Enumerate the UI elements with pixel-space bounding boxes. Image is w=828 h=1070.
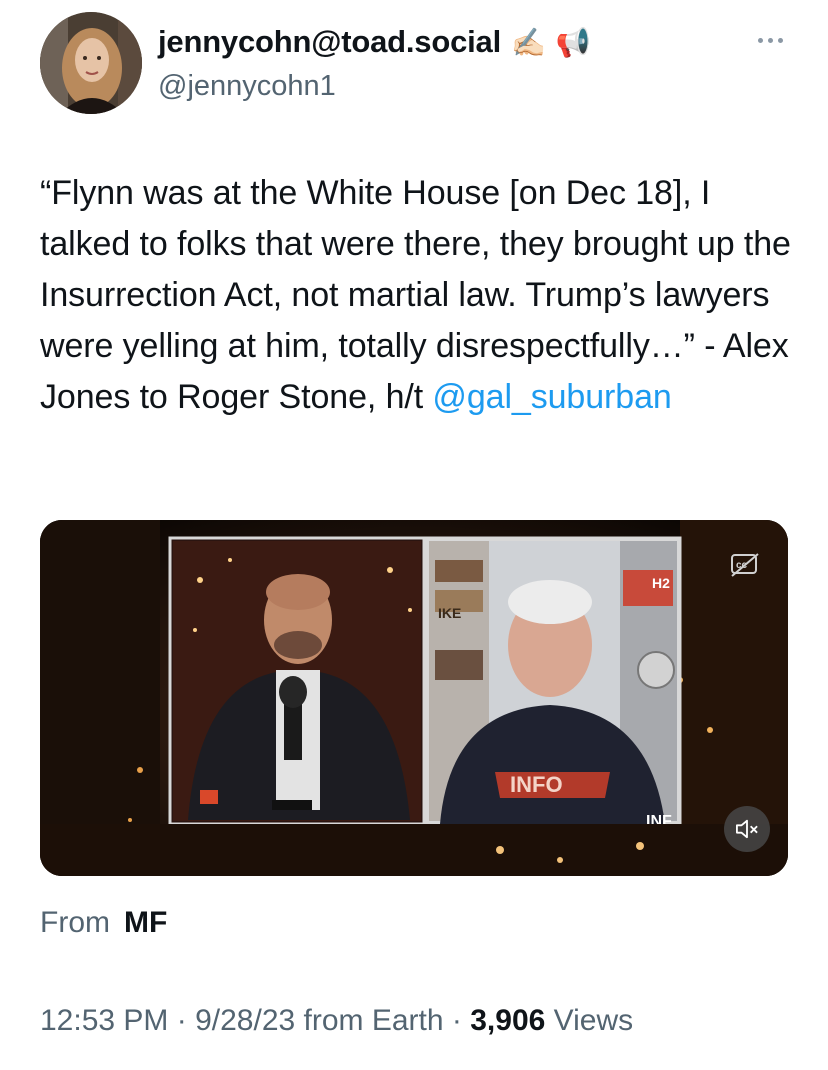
overlay-text-right: H2 (652, 575, 670, 591)
avatar-image (40, 12, 142, 114)
muted-speaker-icon[interactable] (724, 806, 770, 852)
source-prefix: From (40, 906, 110, 939)
video-player[interactable]: IKE H2 INFO INF WA cc (40, 520, 788, 876)
megaphone-emoji: 📢 (555, 25, 591, 59)
video-frame: IKE H2 INFO INF WA (40, 520, 788, 876)
closed-captions-icon[interactable]: cc (730, 552, 760, 578)
views-count[interactable]: 3,906 (470, 1004, 545, 1037)
shirt-text: INFO (510, 772, 563, 797)
writing-hand-emoji: ✍🏻 (510, 25, 546, 59)
source-app[interactable]: MF (124, 906, 167, 939)
tweet-body: “Flynn was at the White House [on Dec 18… (40, 174, 791, 416)
source-line: From MF (40, 906, 167, 940)
tweet-text: “Flynn was at the White House [on Dec 18… (40, 168, 800, 423)
overlay-text-left: IKE (438, 605, 461, 621)
author-handle[interactable]: @jennycohn1 (158, 70, 336, 103)
views-label: Views (545, 1004, 634, 1037)
author-display-name[interactable]: jennycohn@toad.social ✍🏻 📢 (158, 24, 591, 60)
more-icon[interactable] (752, 30, 788, 50)
author-name-text: jennycohn@toad.social (158, 24, 501, 59)
meta-separator-2: · (443, 1004, 471, 1037)
avatar[interactable] (40, 12, 142, 114)
tweet-time[interactable]: 12:53 PM (40, 1004, 168, 1037)
tweet-location: from Earth (295, 1004, 444, 1037)
meta-separator: · (168, 1004, 196, 1037)
tweet-meta: 12:53 PM · 9/28/23 from Earth · 3,906 Vi… (40, 1004, 633, 1038)
tweet-date[interactable]: 9/28/23 (195, 1004, 295, 1037)
mention-link[interactable]: @gal_suburban (432, 378, 671, 416)
